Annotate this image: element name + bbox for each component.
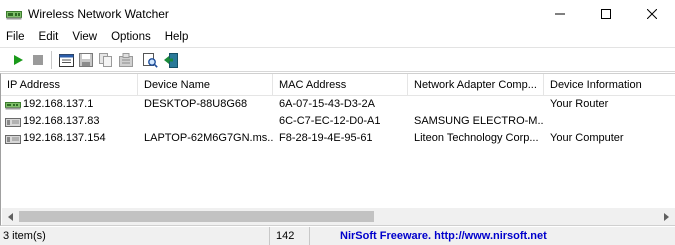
- app-icon: [6, 7, 22, 21]
- save-icon: [79, 53, 93, 67]
- close-button[interactable]: [629, 0, 675, 28]
- save-button[interactable]: [78, 52, 94, 68]
- adapter-company: Liteon Technology Corp...: [414, 132, 539, 144]
- column-header-mac-address[interactable]: MAC Address: [273, 74, 408, 96]
- html-report-icon: [119, 53, 133, 67]
- computer-icon: [5, 134, 21, 144]
- ip-address: 192.168.137.1: [23, 98, 94, 110]
- exit-icon: [163, 52, 178, 68]
- scroll-right-button[interactable]: [658, 208, 675, 225]
- menu-help[interactable]: Help: [158, 28, 196, 46]
- column-header-ip-address[interactable]: IP Address: [1, 74, 138, 96]
- list-header: IP Address Device Name MAC Address Netwo…: [1, 74, 675, 96]
- device-list[interactable]: IP Address Device Name MAC Address Netwo…: [0, 73, 675, 226]
- window-title: Wireless Network Watcher: [28, 7, 169, 21]
- status-bar: 3 item(s) 142 NirSoft Freeware. http://w…: [0, 227, 675, 245]
- properties-button[interactable]: [58, 52, 74, 68]
- exit-button[interactable]: [162, 52, 178, 68]
- device-name: [138, 113, 273, 130]
- device-information: [544, 113, 675, 130]
- toolbar: [0, 47, 675, 72]
- properties-icon: [58, 53, 74, 67]
- ip-address: 192.168.137.154: [23, 132, 106, 144]
- scroll-left-button[interactable]: [2, 208, 19, 225]
- title-bar: Wireless Network Watcher: [0, 0, 675, 28]
- find-button[interactable]: [142, 52, 158, 68]
- html-report-button[interactable]: [118, 52, 134, 68]
- status-number: 142: [270, 227, 310, 245]
- maximize-button[interactable]: [583, 0, 629, 28]
- ip-cell: 192.168.137.154: [1, 130, 138, 147]
- menu-options[interactable]: Options: [104, 28, 158, 46]
- item-count: 3 item(s): [0, 227, 270, 245]
- minimize-icon: [555, 13, 565, 15]
- adapter-company: [408, 96, 544, 113]
- table-row[interactable]: 192.168.137.1 DESKTOP-88U8G68 6A-07-15-4…: [1, 96, 675, 113]
- mac-address: 6C-C7-EC-12-D0-A1: [279, 115, 381, 127]
- menu-edit[interactable]: Edit: [32, 28, 66, 46]
- scroll-thumb[interactable]: [19, 211, 374, 222]
- ip-address: 192.168.137.83: [23, 115, 100, 127]
- menu-view[interactable]: View: [65, 28, 104, 46]
- arrow-left-icon: [8, 212, 13, 221]
- stop-icon: [33, 55, 43, 65]
- copy-icon: [99, 53, 112, 67]
- arrow-right-icon: [664, 212, 669, 221]
- find-icon: [142, 52, 158, 68]
- maximize-icon: [601, 9, 611, 19]
- copy-button[interactable]: [98, 52, 114, 68]
- mac-address: F8-28-19-4E-95-61: [279, 132, 373, 144]
- nirsoft-link[interactable]: NirSoft Freeware. http://www.nirsoft.net: [310, 227, 675, 245]
- horizontal-scrollbar[interactable]: [2, 208, 675, 225]
- column-header-device-information[interactable]: Device Information: [544, 74, 675, 96]
- menu-bar: File Edit View Options Help: [0, 28, 675, 46]
- column-header-network-adapter-company[interactable]: Network Adapter Comp...: [408, 74, 544, 96]
- close-icon: [647, 9, 657, 19]
- table-row[interactable]: 192.168.137.154 LAPTOP-62M6G7GN.ms... F8…: [1, 130, 675, 147]
- device-information: Your Router: [550, 98, 609, 110]
- device-name: LAPTOP-62M6G7GN.ms...: [144, 132, 273, 144]
- toolbar-separator: [51, 51, 52, 69]
- start-scan-button[interactable]: [10, 52, 26, 68]
- stop-scan-button[interactable]: [30, 52, 46, 68]
- minimize-button[interactable]: [537, 0, 583, 28]
- column-header-device-name[interactable]: Device Name: [138, 74, 273, 96]
- router-icon: [5, 101, 21, 109]
- ip-cell: 192.168.137.83: [1, 113, 138, 130]
- ip-cell: 192.168.137.1: [1, 96, 138, 113]
- mac-address: 6A-07-15-43-D3-2A: [279, 98, 375, 110]
- device-name: DESKTOP-88U8G68: [144, 98, 248, 110]
- menu-file[interactable]: File: [0, 28, 32, 46]
- adapter-company: SAMSUNG ELECTRO-M...: [414, 115, 544, 127]
- play-icon: [14, 55, 23, 65]
- table-row[interactable]: 192.168.137.83 6C-C7-EC-12-D0-A1 SAMSUNG…: [1, 113, 675, 130]
- device-information: Your Computer: [550, 132, 624, 144]
- computer-icon: [5, 117, 21, 127]
